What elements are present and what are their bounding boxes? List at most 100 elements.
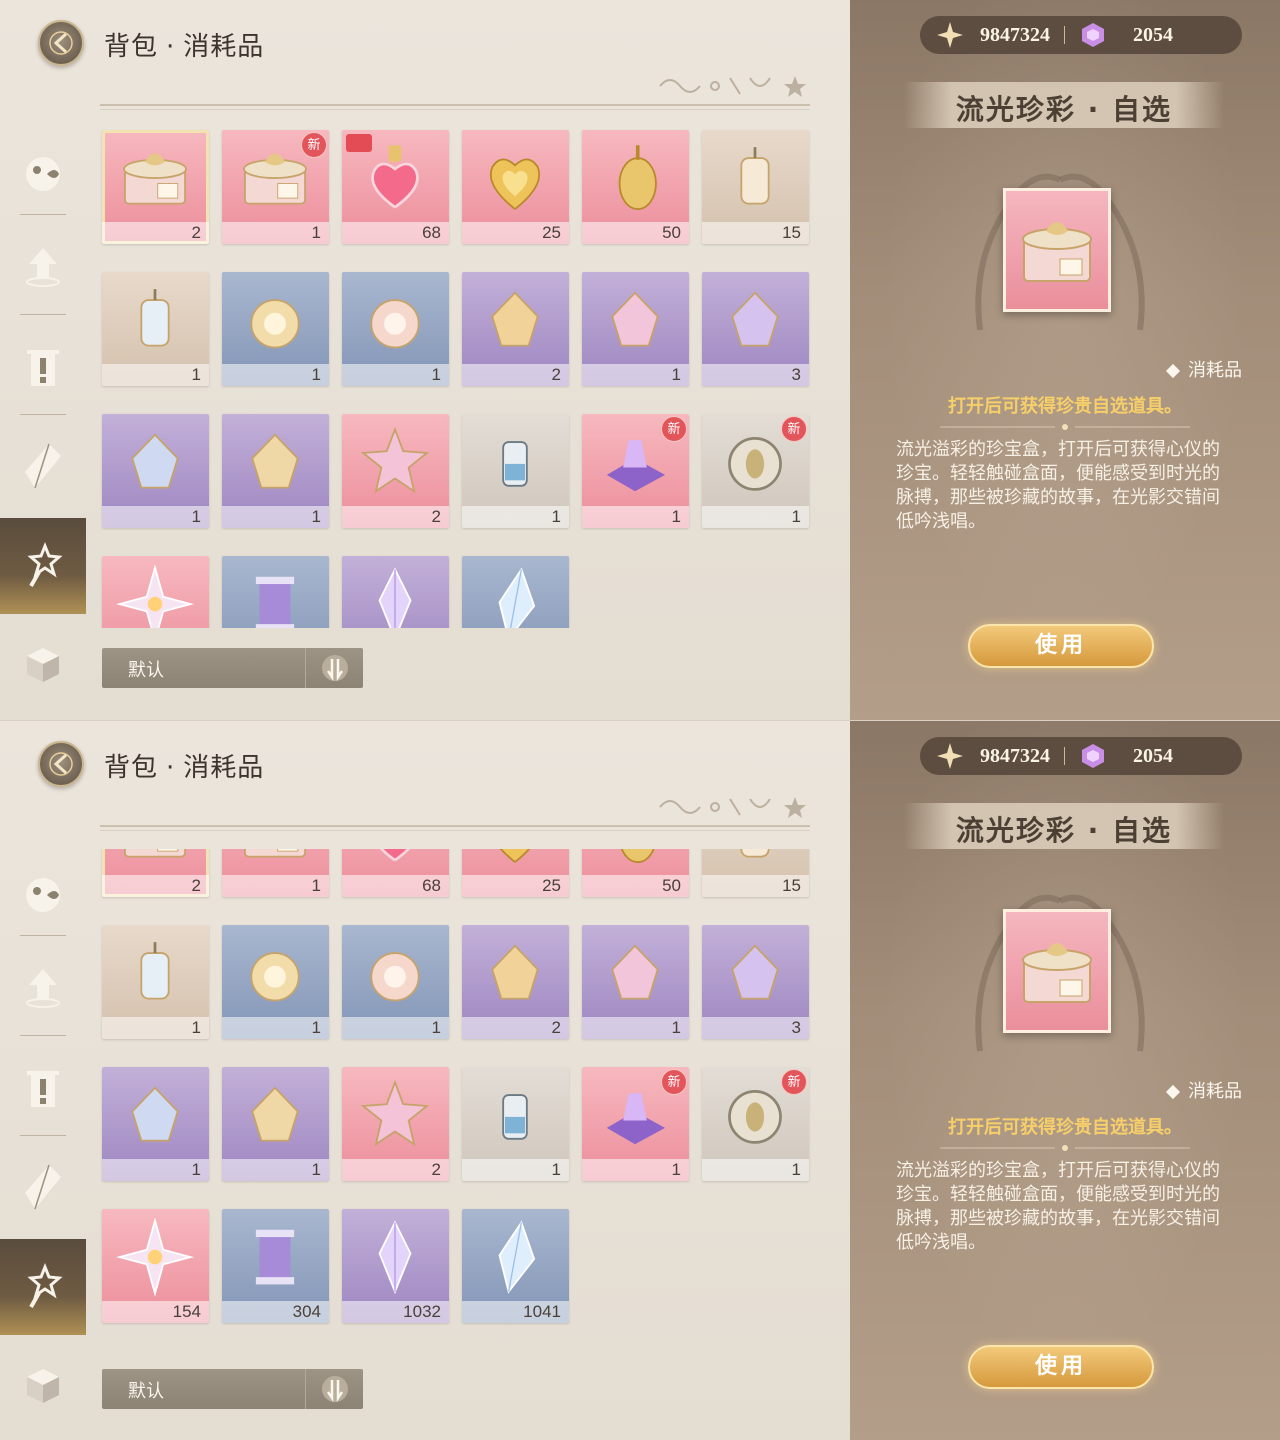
sidebar-item-wand[interactable] (0, 518, 86, 614)
inventory-item-tile[interactable]: 1 (102, 1067, 209, 1181)
inventory-item-tile[interactable]: 1 (342, 272, 449, 386)
item-count: 68 (342, 222, 449, 244)
inventory-item-tile[interactable]: 25 (462, 130, 569, 244)
inventory-item-tile[interactable]: 2 (342, 414, 449, 528)
inventory-item-tile[interactable]: 1 (222, 925, 329, 1039)
inventory-item-tile[interactable]: 1 (342, 925, 449, 1039)
violet-crystal-icon (378, 1220, 412, 1295)
star-wand-icon (27, 542, 63, 587)
giftbox-icon (244, 849, 306, 858)
sort-dropdown[interactable]: 默认 (102, 1369, 363, 1409)
rainbow-star-icon (115, 564, 195, 628)
item-count: 2 (342, 506, 449, 528)
inventory-item-tile[interactable]: 68 (342, 130, 449, 244)
sidebar-item-crystal[interactable] (0, 1151, 86, 1223)
inventory-item-tile[interactable]: 1新 (222, 130, 329, 244)
sort-order-toggle[interactable] (305, 648, 363, 688)
sidebar-item-wand[interactable] (0, 1239, 86, 1335)
sidebar-item-alert[interactable] (0, 1053, 86, 1125)
star-wand-icon (27, 1263, 63, 1308)
sort-order-toggle[interactable] (305, 1369, 363, 1409)
item-count: 3 (702, 1017, 809, 1039)
gem-charm-pink-icon (611, 944, 659, 1000)
inventory-item-tile[interactable]: 1 (222, 414, 329, 528)
sidebar-item-fish[interactable] (0, 138, 86, 210)
inventory-item-tile[interactable]: 15 (702, 130, 809, 244)
inventory-item-tile[interactable]: 2 (462, 925, 569, 1039)
inventory-item-tile[interactable]: 1 (102, 414, 209, 528)
inventory-item-tile[interactable]: 2 (102, 849, 209, 897)
new-badge: 新 (661, 416, 687, 442)
use-button[interactable]: 使用 (968, 1345, 1154, 1389)
back-arrow-icon (49, 752, 73, 776)
inventory-item-tile[interactable]: 1 (582, 272, 689, 386)
inventory-item-tile[interactable]: 1 (462, 414, 569, 528)
stardust-amount: 9847324 (980, 23, 1050, 46)
inventory-item-tile[interactable]: 25 (462, 849, 569, 897)
inventory-item-tile[interactable]: 1新 (702, 414, 809, 528)
item-count: 68 (342, 875, 449, 897)
inventory-item-tile[interactable]: 15 (702, 849, 809, 897)
item-count: 50 (582, 222, 689, 244)
use-button[interactable]: 使用 (968, 624, 1154, 668)
gold-pendant-icon (620, 849, 655, 863)
inventory-item-tile[interactable]: 154 (102, 1209, 209, 1323)
inventory-item-tile[interactable]: 3 (702, 925, 809, 1039)
blue-crystal-icon (498, 567, 536, 628)
item-count: 1 (582, 1159, 689, 1181)
gem-charm-pink-icon (611, 291, 659, 347)
new-badge: 新 (781, 416, 807, 442)
sort-dropdown[interactable]: 默认 (102, 648, 363, 688)
inventory-screen-bottom: 背包 · 消耗品 2 1 68 25 50 15 1 1 1 2 1 3 1 1… (0, 720, 1280, 1440)
inventory-item-tile[interactable]: 50 (582, 849, 689, 897)
jar-icon (502, 441, 528, 487)
inventory-item-tile[interactable]: 1041 (462, 1209, 569, 1323)
inventory-item-tile[interactable]: 1032 (342, 556, 449, 628)
item-count: 2 (462, 1017, 569, 1039)
inventory-item-tile[interactable]: 3 (702, 272, 809, 386)
inventory-item-tile[interactable]: 1新 (702, 1067, 809, 1181)
sidebar-item-upgrade[interactable] (0, 951, 86, 1023)
inventory-item-tile[interactable]: 68 (342, 849, 449, 897)
inventory-item-tile[interactable]: 1 (222, 272, 329, 386)
inventory-item-tile[interactable]: 154 (102, 556, 209, 628)
back-button[interactable] (38, 20, 84, 66)
item-count: 1 (342, 1017, 449, 1039)
item-subtitle: 打开后可获得珍贵自选道具。 (948, 1117, 1182, 1138)
sidebar-item-box[interactable] (0, 628, 86, 700)
inventory-item-tile[interactable]: 2 (342, 1067, 449, 1181)
inventory-item-tile[interactable]: 50 (582, 130, 689, 244)
inventory-item-tile[interactable]: 1 (222, 1067, 329, 1181)
sidebar-item-box[interactable] (0, 1349, 86, 1421)
inventory-item-tile[interactable]: 304 (222, 556, 329, 628)
inventory-item-tile[interactable]: 1 (462, 1067, 569, 1181)
inventory-item-tile[interactable]: 2 (102, 130, 209, 244)
new-badge: 新 (301, 132, 327, 158)
back-button[interactable] (38, 741, 84, 787)
gem-charm-blue-icon (131, 1086, 179, 1142)
sidebar-item-upgrade[interactable] (0, 230, 86, 302)
inventory-item-tile[interactable]: 1 (102, 272, 209, 386)
header-divider (100, 104, 810, 110)
inventory-item-tile[interactable]: 1 (582, 925, 689, 1039)
inventory-item-tile[interactable]: 1新 (222, 849, 329, 897)
item-count: 1 (222, 506, 329, 528)
rainbow-star-icon (115, 1217, 195, 1297)
inventory-item-tile[interactable]: 1041 (462, 556, 569, 628)
item-count: 1 (102, 364, 209, 386)
heart-bottle-icon (379, 849, 411, 862)
inventory-item-tile[interactable]: 1032 (342, 1209, 449, 1323)
sidebar-item-alert[interactable] (0, 332, 86, 404)
item-count: 1 (222, 364, 329, 386)
inventory-item-tile[interactable]: 1 (102, 925, 209, 1039)
inventory-item-tile[interactable]: 2 (462, 272, 569, 386)
inventory-item-tile[interactable]: 1新 (582, 1067, 689, 1181)
inventory-item-tile[interactable]: 304 (222, 1209, 329, 1323)
sidebar-item-fish[interactable] (0, 859, 86, 931)
inventory-item-tile[interactable]: 1新 (582, 414, 689, 528)
divider-ornament (940, 424, 1190, 430)
back-arrow-icon (49, 31, 73, 55)
gem-charm-gold-icon (491, 291, 539, 347)
sidebar-item-crystal[interactable] (0, 430, 86, 502)
header-divider (100, 825, 810, 831)
